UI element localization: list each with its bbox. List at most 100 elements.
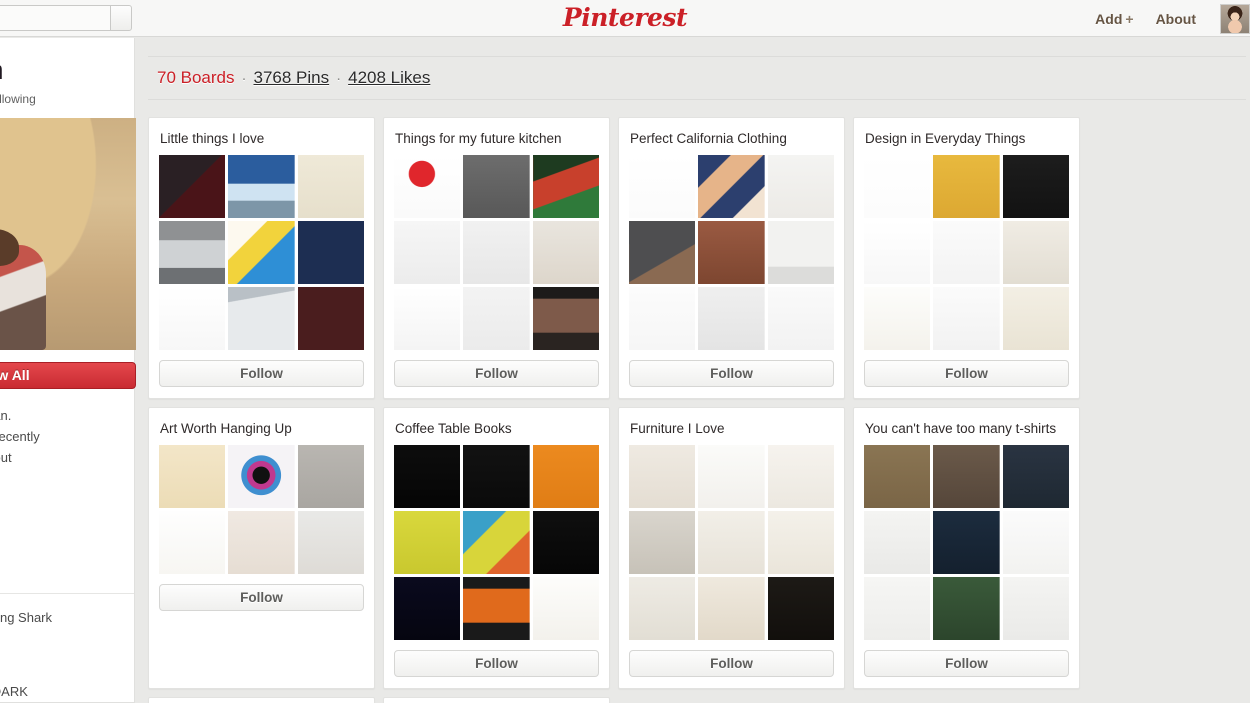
board-thumbnail[interactable] [532,511,599,574]
board-thumbnail[interactable] [463,287,530,350]
board-thumbnail[interactable] [463,511,530,574]
board-thumbnail[interactable] [767,445,834,508]
board-title[interactable]: Design in Everyday Things [865,131,1069,146]
boards-count[interactable]: 70 Boards [157,68,235,88]
board-title[interactable]: Furniture I Love [630,421,834,436]
board-thumbnail[interactable] [297,155,364,218]
board-thumbnail[interactable] [864,445,931,508]
board-thumbnail[interactable] [228,445,295,508]
board-thumbnail[interactable] [864,221,931,284]
board-card[interactable]: Art Worth Hanging Up Follow [148,407,375,689]
board-thumbnail[interactable] [159,511,226,574]
board-thumbnail[interactable] [698,221,765,284]
board-card[interactable]: Delicious Food and DessertsFollow [383,697,610,703]
board-card[interactable]: Design in Everyday Things Follow [853,117,1080,399]
board-thumbnail[interactable] [933,221,1000,284]
board-thumbnail[interactable] [532,445,599,508]
board-thumbnail[interactable] [629,287,696,350]
board-thumbnail[interactable] [767,221,834,284]
board-thumbnail[interactable] [228,511,295,574]
board-thumbnail[interactable] [698,577,765,640]
board-thumbnail[interactable] [698,155,765,218]
board-thumbnail[interactable] [159,287,226,350]
board-thumbnail[interactable] [767,511,834,574]
board-thumbnail[interactable] [1002,445,1069,508]
board-thumbnail[interactable] [698,511,765,574]
board-title[interactable]: Perfect California Clothing [630,131,834,146]
board-thumbnail[interactable] [864,577,931,640]
follow-button[interactable]: Follow [629,650,834,677]
follow-button[interactable]: Follow [159,360,364,387]
board-thumbnail[interactable] [933,511,1000,574]
board-thumbnail[interactable] [463,577,530,640]
board-card[interactable]: Things for my future kitchen Follow [383,117,610,399]
board-thumbnail[interactable] [629,445,696,508]
board-thumbnail[interactable] [629,221,696,284]
board-thumbnail[interactable] [933,155,1000,218]
board-thumbnail[interactable] [297,445,364,508]
board-thumbnail[interactable] [1002,511,1069,574]
board-thumbnail[interactable] [767,287,834,350]
board-thumbnail[interactable] [394,155,461,218]
board-thumbnail[interactable] [394,577,461,640]
board-thumbnail[interactable] [394,511,461,574]
board-thumbnail[interactable] [463,155,530,218]
follow-button[interactable]: Follow [394,650,599,677]
board-thumbnail[interactable] [297,511,364,574]
board-card[interactable]: Furniture I Love Follow [618,407,845,689]
board-thumbnail[interactable] [767,577,834,640]
board-thumbnail[interactable] [933,445,1000,508]
add-button[interactable]: Add + [1095,11,1133,27]
board-title[interactable]: Little things I love [160,131,364,146]
board-thumbnail[interactable] [629,511,696,574]
avatar[interactable] [1220,3,1250,34]
board-thumbnail[interactable] [532,577,599,640]
follow-button[interactable]: Follow [394,360,599,387]
board-thumbnail[interactable] [532,221,599,284]
board-thumbnail[interactable] [1002,155,1069,218]
board-thumbnail[interactable] [933,287,1000,350]
board-thumbnail[interactable] [159,155,226,218]
board-thumbnail[interactable] [698,445,765,508]
board-thumbnail[interactable] [228,287,295,350]
board-thumbnail[interactable] [864,511,931,574]
board-card[interactable]: Little things I love Follow [148,117,375,399]
follow-all-button[interactable]: Follow All [0,361,136,389]
board-title[interactable]: Art Worth Hanging Up [160,421,364,436]
board-thumbnail[interactable] [698,287,765,350]
board-thumbnail[interactable] [629,577,696,640]
board-thumbnail[interactable] [228,155,295,218]
board-card[interactable]: You can't have too many t-shirts Follow [853,407,1080,689]
board-thumbnail[interactable] [394,445,461,508]
board-thumbnail[interactable] [297,287,364,350]
board-thumbnail[interactable] [463,221,530,284]
board-thumbnail[interactable] [933,577,1000,640]
board-card[interactable]: Gifts for Guy FriendsFollow [148,697,375,703]
board-thumbnail[interactable] [228,221,295,284]
board-thumbnail[interactable] [297,221,364,284]
board-thumbnail[interactable] [159,445,226,508]
board-thumbnail[interactable] [532,287,599,350]
likes-count-link[interactable]: 4208 Likes [348,68,430,88]
board-title[interactable]: Coffee Table Books [395,421,599,436]
follow-button[interactable]: Follow [864,360,1069,387]
board-title[interactable]: Things for my future kitchen [395,131,599,146]
board-thumbnail[interactable] [159,221,226,284]
board-thumbnail[interactable] [1002,221,1069,284]
follow-button[interactable]: Follow [159,584,364,611]
board-thumbnail[interactable] [532,155,599,218]
board-card[interactable]: Perfect California Clothing Follow [618,117,845,399]
board-thumbnail[interactable] [629,155,696,218]
board-thumbnail[interactable] [394,221,461,284]
board-thumbnail[interactable] [463,445,530,508]
follow-button[interactable]: Follow [864,650,1069,677]
board-thumbnail[interactable] [1002,577,1069,640]
pins-count-link[interactable]: 3768 Pins [254,68,330,88]
follow-button[interactable]: Follow [629,360,834,387]
board-thumbnail[interactable] [864,287,931,350]
pinterest-logo[interactable]: Pinterest [0,3,1250,32]
board-thumbnail[interactable] [1002,287,1069,350]
about-link[interactable]: About [1156,11,1196,27]
board-title[interactable]: You can't have too many t-shirts [865,421,1069,436]
board-thumbnail[interactable] [767,155,834,218]
